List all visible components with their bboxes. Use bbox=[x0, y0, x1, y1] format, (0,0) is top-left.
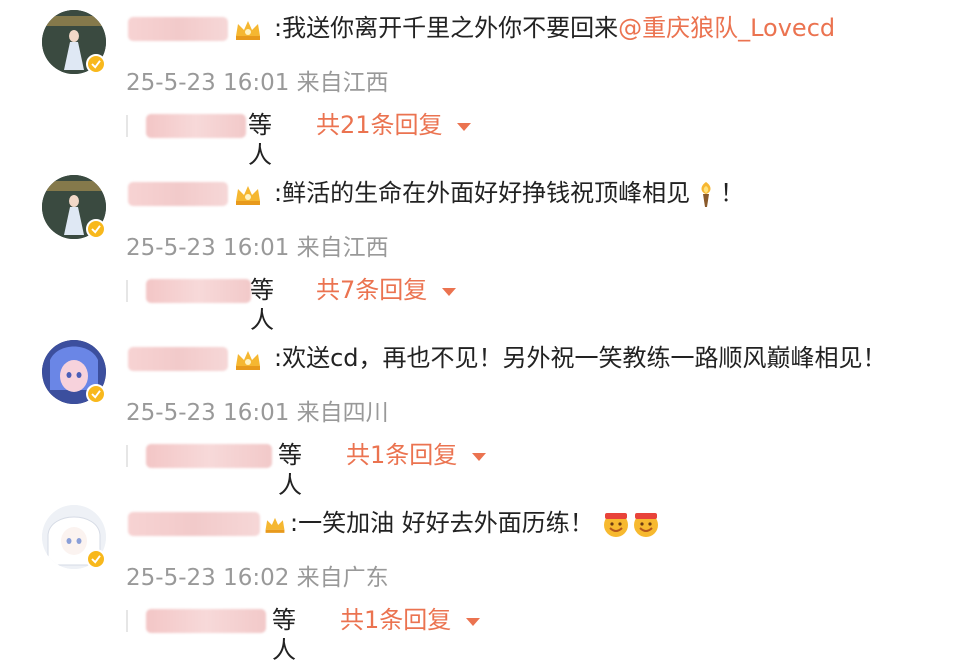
crown-icon bbox=[264, 513, 286, 537]
reply-user-blurred bbox=[146, 444, 272, 468]
comment-text: :鲜活的生命在外面好好挣钱祝顶峰相见 ！ bbox=[274, 177, 744, 209]
reply-etc-label: 等人 bbox=[278, 441, 302, 499]
verified-icon bbox=[86, 384, 106, 404]
comment-time: 25-5-23 16:02 bbox=[126, 565, 290, 591]
comment-body: :鲜活的生命在外面好好挣钱祝顶峰相见 bbox=[274, 179, 691, 207]
comment-text: :我送你离开千里之外你不要回来@重庆狼队_Lovecd bbox=[274, 12, 835, 44]
comment-location: 来自江西 bbox=[296, 70, 389, 96]
comment-time: 25-5-23 16:01 bbox=[126, 70, 290, 96]
comment-body: :一笑加油 好好去外面历练！ bbox=[290, 509, 594, 537]
username-blurred[interactable] bbox=[128, 512, 260, 536]
username-blurred[interactable] bbox=[128, 182, 228, 206]
reply-divider bbox=[126, 445, 128, 467]
verified-icon bbox=[86, 219, 106, 239]
reply-divider bbox=[126, 115, 128, 137]
cheer-emoji-icon bbox=[602, 510, 630, 538]
crown-icon bbox=[234, 18, 262, 42]
comment-meta: 25-5-23 16:01 来自四川 bbox=[126, 398, 389, 428]
reply-divider bbox=[126, 280, 128, 302]
comment-body: :欢送cd，再也不见！另外祝一笑教练一路顺风巅峰相见！ bbox=[274, 344, 887, 372]
comment-text: :欢送cd，再也不见！另外祝一笑教练一路顺风巅峰相见！ bbox=[274, 342, 887, 374]
crown-icon bbox=[234, 348, 262, 372]
reply-user-blurred bbox=[146, 279, 251, 303]
reply-user-blurred bbox=[146, 609, 266, 633]
comment-location: 来自江西 bbox=[296, 235, 389, 261]
torch-emoji-icon bbox=[692, 180, 720, 208]
crown-icon bbox=[234, 183, 262, 207]
comment-location: 来自四川 bbox=[296, 400, 389, 426]
caret-down-icon[interactable] bbox=[472, 453, 486, 461]
comment-location: 来自广东 bbox=[296, 565, 389, 591]
comment-time: 25-5-23 16:01 bbox=[126, 235, 290, 261]
reply-count-link[interactable]: 共1条回复 bbox=[346, 440, 457, 470]
caret-down-icon[interactable] bbox=[442, 288, 456, 296]
mention-link[interactable]: @重庆狼队_Lovecd bbox=[618, 14, 835, 42]
cheer-emoji-icon bbox=[632, 510, 660, 538]
verified-icon bbox=[86, 549, 106, 569]
comment-meta: 25-5-23 16:02 来自广东 bbox=[126, 563, 389, 593]
comment-body: :我送你离开千里之外你不要回来 bbox=[274, 14, 619, 42]
comment-meta: 25-5-23 16:01 来自江西 bbox=[126, 233, 389, 263]
reply-etc-label: 等人 bbox=[272, 606, 296, 664]
comment-text: :一笑加油 好好去外面历练！ bbox=[290, 507, 660, 539]
reply-count-link[interactable]: 共7条回复 bbox=[316, 275, 427, 305]
caret-down-icon[interactable] bbox=[457, 123, 471, 131]
reply-count-link[interactable]: 共21条回复 bbox=[316, 110, 443, 140]
comment-meta: 25-5-23 16:01 来自江西 bbox=[126, 68, 389, 98]
comment-trailing: ！ bbox=[720, 179, 745, 207]
username-blurred[interactable] bbox=[128, 17, 228, 41]
reply-etc-label: 等人 bbox=[250, 276, 274, 334]
caret-down-icon[interactable] bbox=[466, 618, 480, 626]
comment-time: 25-5-23 16:01 bbox=[126, 400, 290, 426]
reply-divider bbox=[126, 610, 128, 632]
reply-count-link[interactable]: 共1条回复 bbox=[340, 605, 451, 635]
username-blurred[interactable] bbox=[128, 347, 228, 371]
reply-etc-label: 等人 bbox=[248, 111, 272, 169]
reply-user-blurred bbox=[146, 114, 246, 138]
verified-icon bbox=[86, 54, 106, 74]
